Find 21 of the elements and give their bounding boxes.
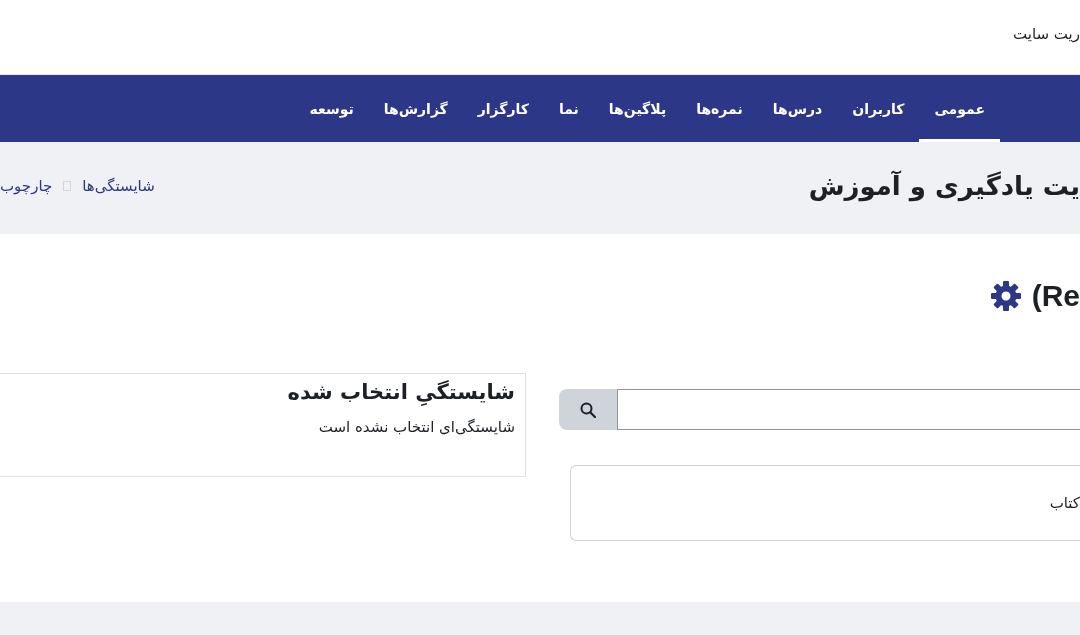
framework-item[interactable]: کتاب — [1049, 494, 1080, 512]
page-title: یت یادگیری و آموزش — [808, 171, 1080, 201]
panel-message: شایستگی‌ای انتخاب نشده است — [317, 418, 515, 436]
site-admin-label: ریت سایت — [1013, 25, 1080, 43]
search-input[interactable] — [617, 389, 1080, 430]
nav-tab[interactable]: نما — [543, 75, 594, 142]
breadcrumb-link[interactable]: شایستگی‌ها — [82, 177, 155, 195]
search-icon — [580, 401, 596, 418]
nav-tab[interactable]: پلاگین‌ها — [593, 75, 682, 142]
nav-tab[interactable]: درس‌ها — [757, 75, 838, 142]
page-heading: (Re — [1031, 279, 1080, 313]
gear-icon[interactable] — [989, 280, 1022, 312]
nav-tab[interactable]: کارگزار — [462, 75, 544, 142]
nav-tab[interactable]: توسعه — [294, 75, 369, 142]
panel-title: شایستگیِ انتخاب شده — [286, 380, 515, 404]
breadcrumb-link[interactable]: چارچوب — [0, 177, 53, 195]
separator-icon — [63, 181, 72, 191]
search-button[interactable] — [559, 389, 617, 430]
nav-tab[interactable]: گزارش‌ها — [368, 75, 463, 142]
nav-tab[interactable]: کاربران — [837, 75, 920, 142]
nav-tab[interactable]: نمره‌ها — [681, 75, 758, 142]
